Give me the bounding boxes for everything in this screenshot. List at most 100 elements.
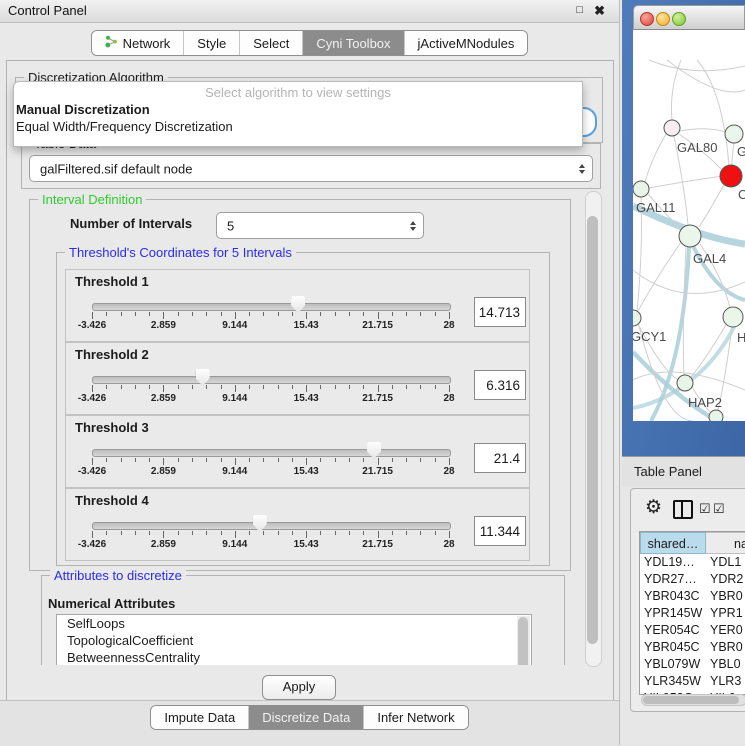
network-node-h[interactable] (723, 307, 743, 327)
threshold-value-field[interactable]: 6.316 (474, 370, 526, 400)
tick-mark (106, 385, 107, 389)
tab-impute-data[interactable]: Impute Data (151, 706, 248, 729)
tab-network[interactable]: Network (92, 31, 184, 55)
algorithm-option-equal-width[interactable]: Equal Width/Frequency Discretization (14, 117, 582, 134)
table-row[interactable]: YBR045CYBR0 (640, 639, 745, 656)
top-tab-bar: Network Style Select Cyni Toolbox jActiveMNo… (0, 30, 619, 56)
table-row[interactable]: YBL079WYBL0 (640, 656, 745, 673)
tick-mark (121, 458, 122, 462)
tick-label: 2.859 (141, 539, 185, 550)
network-node-gal80[interactable] (664, 120, 680, 136)
mac-close-icon[interactable] (640, 12, 654, 26)
column-header-shared-name[interactable]: shared… (640, 532, 706, 554)
tick-mark (149, 312, 150, 316)
table-row[interactable]: YDR27…YDR2 (640, 571, 745, 588)
network-node-label: GAL80 (677, 140, 717, 155)
split-columns-icon[interactable] (673, 500, 693, 519)
list-item[interactable]: TopologicalCoefficient (57, 632, 531, 649)
algorithm-option-manual[interactable]: Manual Discretization (14, 100, 582, 117)
tab-cyni-toolbox[interactable]: Cyni Toolbox (302, 31, 403, 55)
apply-button[interactable]: Apply (262, 675, 336, 700)
slider-track[interactable] (92, 522, 451, 530)
slider-track[interactable] (92, 376, 451, 384)
tick-mark (335, 531, 336, 535)
tick-mark (278, 531, 279, 535)
tick-mark (263, 312, 264, 316)
tab-jactivemnodules[interactable]: jActiveMNodules (404, 31, 528, 55)
cell-shared-name: YBR043C (644, 588, 706, 605)
threshold-value-field[interactable]: 14.713 (474, 297, 526, 327)
tab-infer-network[interactable]: Infer Network (363, 706, 467, 729)
network-canvas[interactable]: GAL80GACGAL11GAL4GCY1HHAP2 (633, 30, 745, 421)
tab-style[interactable]: Style (183, 31, 239, 55)
tick-label: 21.715 (356, 320, 400, 331)
algorithm-placeholder-option[interactable]: Select algorithm to view settings (14, 82, 582, 100)
network-node-label: HAP2 (688, 395, 722, 410)
table-row[interactable]: YBR043CYBR0 (640, 588, 745, 605)
threshold-label: Threshold 2 (75, 347, 149, 362)
network-node-gal4[interactable] (679, 225, 701, 247)
close-icon[interactable]: ✖ (594, 3, 605, 19)
tick-mark (263, 458, 264, 462)
tick-mark (249, 385, 250, 389)
cyni-toolbox-panel: Discretization Algorithm Select algorith… (6, 60, 614, 702)
tick-mark (320, 312, 321, 316)
interval-definition-title: Interval Definition (38, 192, 146, 207)
tick-mark (449, 312, 450, 319)
slider-track[interactable] (92, 449, 451, 457)
slider-track[interactable] (92, 303, 451, 311)
table-row[interactable]: YDL19…YDL1 (640, 554, 745, 571)
panel-vertical-scrollbar[interactable] (585, 191, 602, 667)
table-horizontal-scrollbar[interactable] (641, 694, 745, 706)
tick-mark (378, 385, 379, 392)
mac-zoom-icon[interactable] (672, 12, 686, 26)
tick-mark (335, 458, 336, 462)
network-node-ga[interactable] (725, 125, 743, 143)
threshold-label: Threshold 3 (75, 420, 149, 435)
cell-name: YBR0 (710, 588, 745, 605)
tick-mark (378, 531, 379, 538)
table-row[interactable]: YLR345WYLR3 (640, 673, 745, 690)
network-node-gal11[interactable] (633, 181, 649, 197)
number-of-intervals-select[interactable]: 5 (216, 212, 424, 239)
column-header-name[interactable]: na (706, 532, 745, 554)
tick-mark (206, 458, 207, 462)
threshold-value-field[interactable]: 21.4 (474, 443, 526, 473)
tab-label: Style (197, 36, 226, 51)
network-node-c[interactable] (720, 165, 742, 187)
mac-minimize-icon[interactable] (656, 12, 670, 26)
table-row[interactable]: YER054CYER0 (640, 622, 745, 639)
tick-mark (420, 312, 421, 316)
cell-shared-name: YPR145W (644, 605, 706, 622)
cell-shared-name: YDL19… (644, 554, 706, 571)
tab-label: Cyni Toolbox (316, 36, 390, 51)
list-item[interactable]: SelfLoops (57, 615, 531, 632)
checkbox-icon[interactable]: ☑ (713, 501, 725, 517)
tick-label: 28 (427, 393, 471, 404)
list-item[interactable]: BetweennessCentrality (57, 649, 531, 665)
numerical-attributes-label: Numerical Attributes (48, 596, 175, 611)
checkbox-icon[interactable]: ☑ (699, 501, 711, 517)
float-window-icon[interactable]: □ (576, 4, 583, 16)
threshold-value-field[interactable]: 11.344 (474, 516, 526, 546)
tick-mark (306, 385, 307, 392)
tick-mark (306, 531, 307, 538)
table-row[interactable]: YPR145WYPR1 (640, 605, 745, 622)
network-node-gcy1[interactable] (633, 310, 641, 326)
table-data-select[interactable]: galFiltered.sif default node (29, 155, 593, 182)
tick-label: 9.144 (213, 320, 257, 331)
tab-discretize-data[interactable]: Discretize Data (248, 706, 363, 729)
tick-mark (278, 458, 279, 462)
network-node-hap2[interactable] (677, 375, 693, 391)
gear-icon[interactable]: ⚙ (645, 496, 662, 519)
attributes-scrollbar[interactable] (517, 616, 530, 665)
tick-mark (221, 312, 222, 316)
tick-label: 15.43 (284, 466, 328, 477)
tab-select[interactable]: Select (239, 31, 302, 55)
tick-mark (135, 385, 136, 389)
tick-label: -3.426 (70, 539, 114, 550)
numerical-attributes-list[interactable]: SelfLoopsTopologicalCoefficientBetweenne… (56, 614, 532, 665)
tick-mark (149, 385, 150, 389)
interval-definition-group: Interval Definition Number of Intervals … (29, 199, 571, 571)
network-node[interactable] (709, 410, 723, 421)
